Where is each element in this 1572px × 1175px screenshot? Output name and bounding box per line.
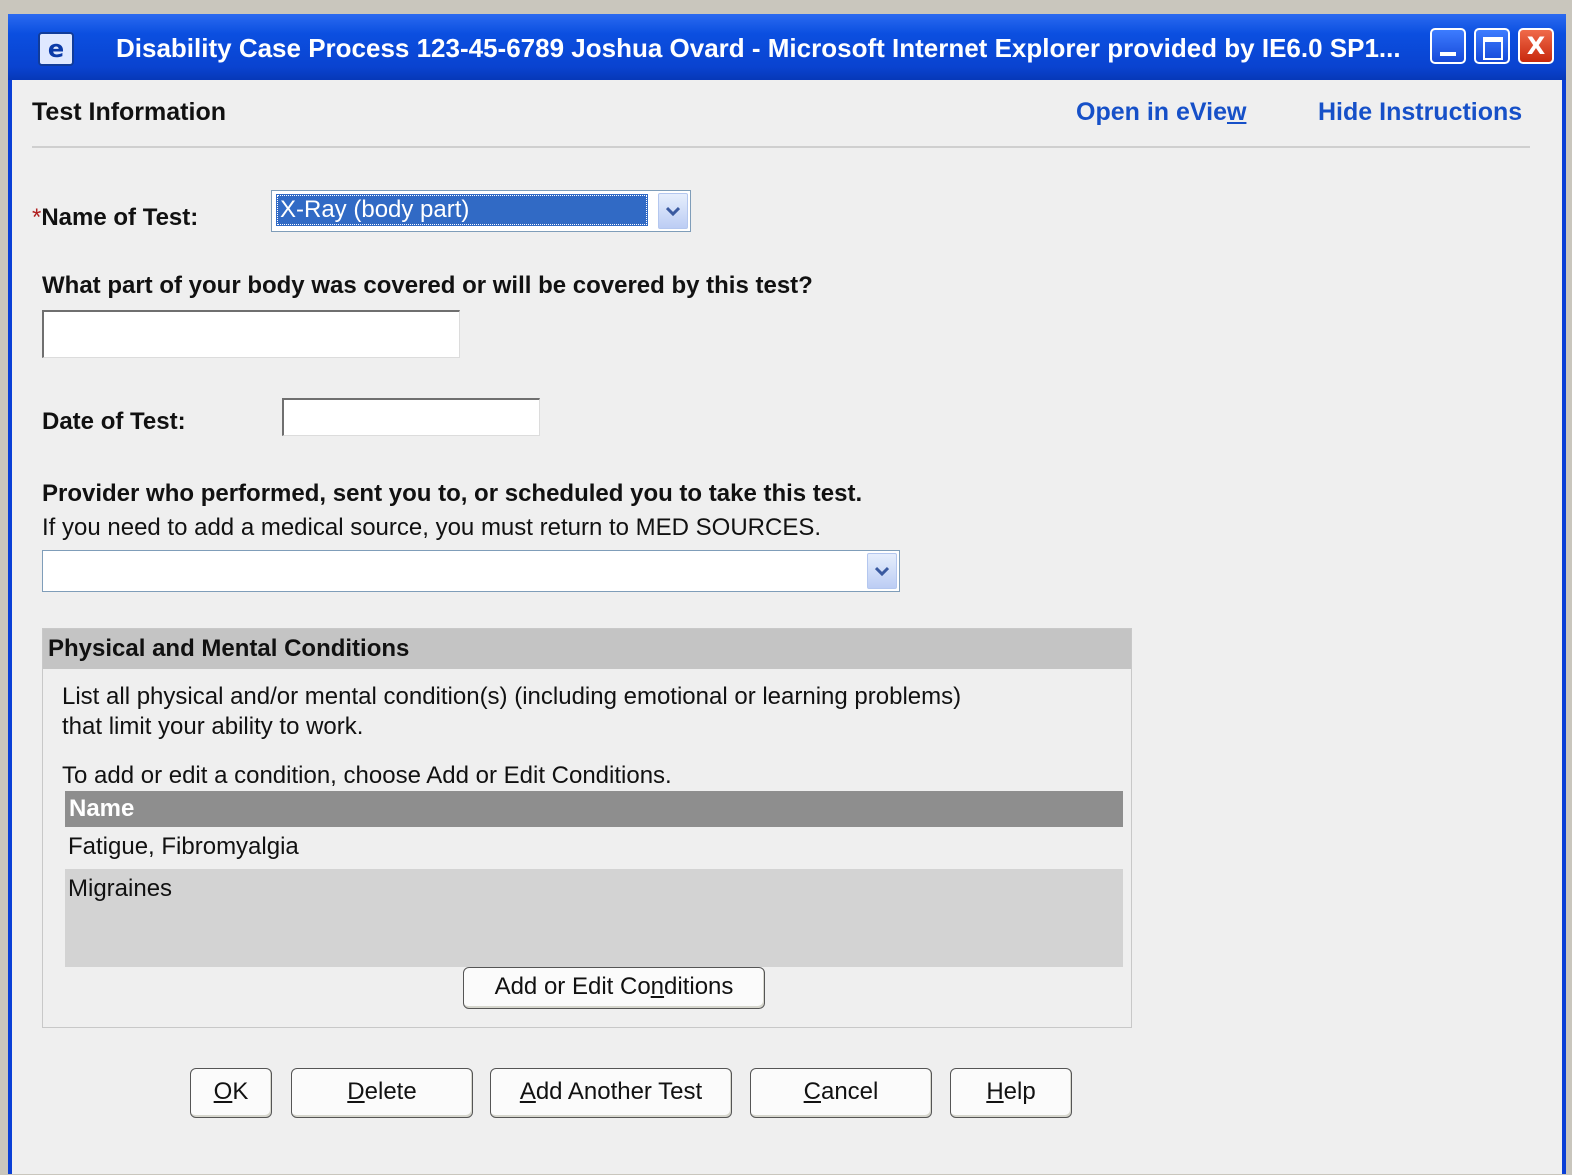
open-in-eview-link[interactable]: Open in eView xyxy=(1076,98,1246,127)
required-marker: * xyxy=(32,204,42,231)
conditions-panel-title: Physical and Mental Conditions xyxy=(48,635,410,662)
cancel-button[interactable]: Cancel xyxy=(750,1068,932,1118)
condition-name: Migraines xyxy=(68,875,173,902)
body-part-input[interactable] xyxy=(42,310,460,358)
help-button[interactable]: Help xyxy=(950,1068,1072,1118)
column-header-name: Name xyxy=(69,795,135,822)
title-bar[interactable]: e Disability Case Process 123-45-6789 Jo… xyxy=(8,14,1566,80)
page-title: Test Information xyxy=(32,98,226,126)
header-divider xyxy=(32,146,1530,148)
browser-window: e Disability Case Process 123-45-6789 Jo… xyxy=(8,14,1566,1174)
add-or-edit-conditions-button[interactable]: Add or Edit Conditions xyxy=(463,967,765,1009)
conditions-intro-line-2: that limit your ability to work. xyxy=(62,713,364,740)
name-of-test-select[interactable]: X-Ray (body part) xyxy=(271,190,691,232)
name-of-test-label: *Name of Test: xyxy=(32,204,199,231)
delete-button[interactable]: Delete xyxy=(291,1068,473,1118)
hide-instructions-link[interactable]: Hide Instructions xyxy=(1318,98,1522,127)
condition-name: Fatigue, Fibromyalgia xyxy=(68,833,299,860)
conditions-panel-header: Physical and Mental Conditions xyxy=(43,629,1131,669)
conditions-panel: Physical and Mental Conditions List all … xyxy=(42,628,1132,1028)
table-row[interactable]: Migraines xyxy=(65,869,1123,967)
maximize-button[interactable] xyxy=(1474,28,1510,64)
add-another-test-button[interactable]: Add Another Test xyxy=(490,1068,732,1118)
conditions-instruction: To add or edit a condition, choose Add o… xyxy=(62,762,672,789)
provider-label: Provider who performed, sent you to, or … xyxy=(42,480,863,507)
name-of-test-dropdown-button[interactable] xyxy=(658,193,688,229)
provider-select[interactable] xyxy=(42,550,900,592)
provider-dropdown-button[interactable] xyxy=(867,553,897,589)
provider-help-text: If you need to add a medical source, you… xyxy=(42,514,822,541)
table-row[interactable]: Fatigue, Fibromyalgia xyxy=(65,827,1123,867)
date-of-test-label: Date of Test: xyxy=(42,408,186,435)
body-part-label: What part of your body was covered or wi… xyxy=(42,272,813,299)
chevron-down-icon xyxy=(875,566,889,577)
ok-button[interactable]: OK xyxy=(190,1068,272,1118)
dialog-content: Test Information Open in eView Hide Inst… xyxy=(12,80,1562,1174)
window-title: Disability Case Process 123-45-6789 Josh… xyxy=(116,33,1401,63)
minimize-button[interactable] xyxy=(1430,28,1466,64)
internet-explorer-icon[interactable]: e xyxy=(38,32,74,66)
conditions-table-header: Name xyxy=(65,791,1123,827)
date-of-test-input[interactable] xyxy=(282,398,540,436)
close-button[interactable]: X xyxy=(1518,28,1554,64)
conditions-intro-line-1: List all physical and/or mental conditio… xyxy=(62,683,962,710)
name-of-test-selected-value: X-Ray (body part) xyxy=(276,194,648,226)
chevron-down-icon xyxy=(666,206,680,217)
